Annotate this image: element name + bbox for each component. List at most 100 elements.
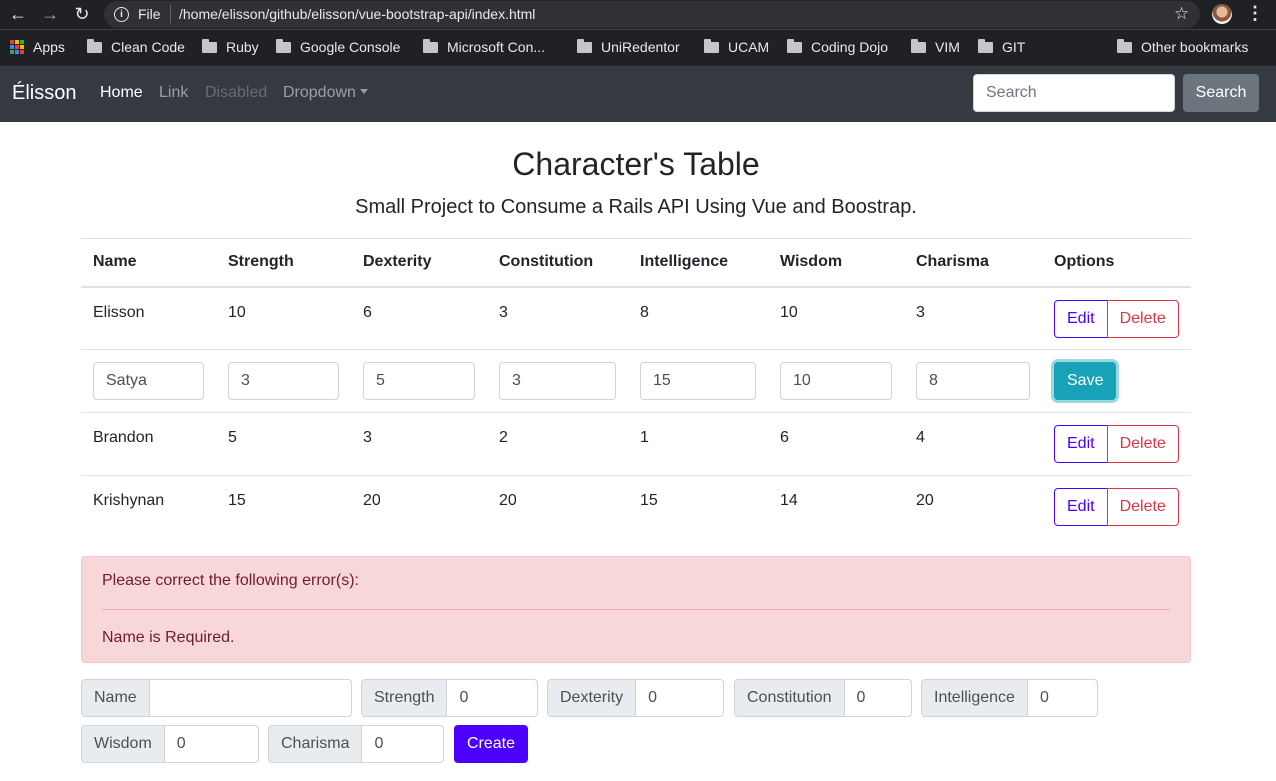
form-group-name: Name: [81, 679, 352, 717]
forward-arrow-icon[interactable]: →: [38, 3, 62, 25]
edit-button[interactable]: Edit: [1054, 425, 1108, 463]
folder-icon: [911, 38, 926, 53]
field-label: Name: [81, 679, 150, 717]
bookmark-uniredentor[interactable]: UniRedentor: [577, 38, 680, 55]
profile-avatar[interactable]: [1212, 4, 1232, 24]
edit-dexterity-input[interactable]: [363, 362, 475, 400]
dexterity-input[interactable]: [636, 679, 725, 717]
column-header: Intelligence: [628, 238, 768, 288]
folder-icon: [87, 38, 102, 53]
nav-link-link[interactable]: Link: [159, 84, 188, 102]
edit-constitution-input[interactable]: [499, 362, 616, 400]
folder-icon: [787, 38, 802, 53]
alert-heading: Please correct the following error(s):: [102, 572, 359, 589]
delete-button[interactable]: Delete: [1106, 488, 1179, 526]
cell-wisdom: 14: [768, 475, 904, 539]
cell-strength: [216, 349, 351, 413]
delete-button[interactable]: Delete: [1106, 299, 1179, 338]
edit-button[interactable]: Edit: [1054, 299, 1108, 338]
bookmark-google-console[interactable]: Google Console: [276, 38, 400, 55]
intelligence-input[interactable]: [1027, 679, 1098, 717]
bookmark-git[interactable]: GIT: [978, 38, 1025, 55]
error-alert: Please correct the following error(s): N…: [81, 556, 1191, 663]
url-bar[interactable]: i File /home/elisson/github/elisson/vue-…: [104, 1, 1200, 28]
delete-button[interactable]: Delete: [1106, 425, 1179, 463]
edit-charisma-input[interactable]: [916, 362, 1030, 400]
bookmark-ucam[interactable]: UCAM: [704, 38, 770, 55]
constitution-input[interactable]: [844, 679, 912, 717]
table-row: Elisson 10 6 3 8 10 3 Edit Delete: [81, 286, 1191, 350]
characters-table: Name Strength Dexterity Constitution Int…: [81, 238, 1191, 539]
folder-icon: [577, 38, 592, 53]
bookmark-star-icon[interactable]: ☆: [1174, 4, 1189, 24]
cell-name: Elisson: [81, 286, 216, 350]
bookmark-ruby[interactable]: Ruby: [202, 38, 259, 55]
cell-intelligence: 15: [628, 475, 768, 539]
url-text[interactable]: /home/elisson/github/elisson/vue-bootstr…: [179, 6, 535, 22]
bookmark-apps[interactable]: Apps: [10, 39, 65, 55]
save-button[interactable]: Save: [1054, 362, 1117, 400]
edit-intelligence-input[interactable]: [640, 362, 756, 400]
nav-link-home[interactable]: Home: [100, 84, 143, 102]
field-label: Constitution: [734, 679, 845, 717]
edit-strength-input[interactable]: [228, 362, 339, 400]
back-arrow-icon[interactable]: ←: [6, 3, 30, 25]
cell-dexterity: 3: [351, 412, 487, 476]
folder-icon: [1117, 38, 1132, 53]
bookmark-vim[interactable]: VIM: [911, 38, 960, 55]
navbar-search-button[interactable]: Search: [1183, 74, 1259, 112]
charisma-input[interactable]: [362, 725, 445, 763]
table-header-row: Name Strength Dexterity Constitution Int…: [81, 238, 1191, 288]
browser-toolbar: ← → ↻ i File /home/elisson/github/elisso…: [0, 0, 1276, 29]
bookmark-other[interactable]: Other bookmarks: [1117, 38, 1249, 55]
field-label: Charisma: [268, 725, 363, 763]
cell-constitution: [487, 349, 628, 413]
menu-kebab-icon[interactable]: ⋮: [1246, 3, 1264, 24]
row-actions: Edit Delete: [1054, 299, 1179, 338]
name-input[interactable]: [149, 679, 352, 717]
cell-name: Brandon: [81, 412, 216, 476]
row-actions: Edit Delete: [1054, 425, 1179, 463]
column-header: Wisdom: [768, 238, 904, 288]
row-actions: Edit Delete: [1054, 488, 1179, 526]
cell-constitution: 3: [487, 286, 628, 350]
form-group-strength: Strength: [361, 679, 539, 717]
cell-charisma: 4: [904, 412, 1042, 476]
cell-strength: 15: [216, 475, 351, 539]
cell-strength: 10: [216, 286, 351, 350]
strength-input[interactable]: [447, 679, 539, 717]
wisdom-input[interactable]: [164, 725, 259, 763]
reload-icon[interactable]: ↻: [70, 3, 94, 25]
bookmark-label: Other bookmarks: [1141, 39, 1249, 55]
cell-charisma: [904, 349, 1042, 413]
column-header: Charisma: [904, 238, 1042, 288]
navbar-search-input[interactable]: [973, 74, 1175, 112]
field-label: Wisdom: [81, 725, 165, 763]
folder-icon: [704, 38, 719, 53]
nav-dropdown[interactable]: Dropdown: [283, 84, 368, 102]
url-divider: [170, 5, 171, 23]
cell-options: Edit Delete: [1042, 475, 1191, 539]
edit-wisdom-input[interactable]: [780, 362, 892, 400]
apps-grid-icon: [10, 40, 24, 54]
table-row: Krishynan 15 20 20 15 14 20 Edit Delete: [81, 475, 1191, 539]
bookmark-clean-code[interactable]: Clean Code: [87, 38, 185, 55]
create-button[interactable]: Create: [454, 725, 528, 763]
cell-intelligence: 1: [628, 412, 768, 476]
bookmark-coding-dojo[interactable]: Coding Dojo: [787, 38, 888, 55]
bookmark-label: UCAM: [728, 39, 770, 55]
cell-name: [81, 349, 216, 413]
navbar-brand[interactable]: Élisson: [12, 82, 76, 105]
bookmark-label: UniRedentor: [601, 39, 680, 55]
edit-name-input[interactable]: [93, 362, 204, 400]
cell-strength: 5: [216, 412, 351, 476]
column-header: Constitution: [487, 238, 628, 288]
cell-options: Edit Delete: [1042, 286, 1191, 350]
folder-icon: [202, 38, 217, 53]
bookmark-microsoft[interactable]: Microsoft Con...: [423, 38, 546, 55]
info-icon[interactable]: i: [114, 7, 129, 22]
cell-dexterity: 20: [351, 475, 487, 539]
bookmark-label: Microsoft Con...: [447, 39, 546, 55]
table-row: Brandon 5 3 2 1 6 4 Edit Delete: [81, 412, 1191, 476]
edit-button[interactable]: Edit: [1054, 488, 1108, 526]
